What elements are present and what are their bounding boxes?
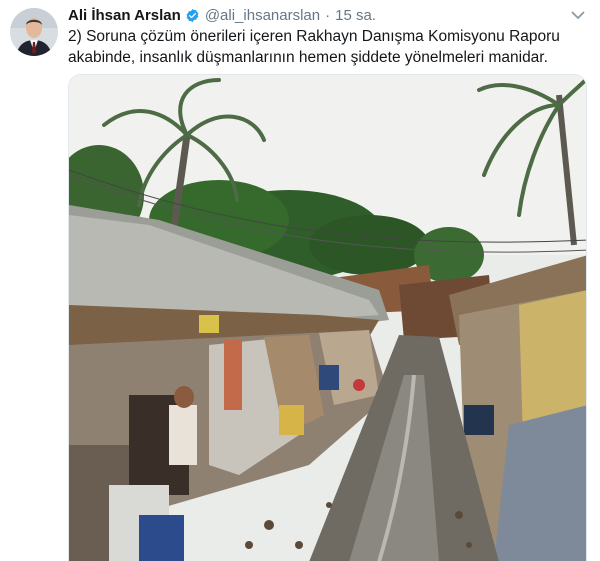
author-avatar[interactable] bbox=[10, 8, 58, 56]
author-name[interactable]: Ali İhsan Arslan bbox=[68, 7, 181, 24]
header-separator: · bbox=[325, 6, 331, 24]
tweet-timestamp[interactable]: 15 sa. bbox=[335, 7, 376, 24]
tweet-photo[interactable] bbox=[68, 74, 587, 561]
tweet-card: Ali İhsan Arslan @ali_ihsanarslan · 15 s… bbox=[0, 0, 600, 561]
camp-photo-illustration bbox=[69, 75, 586, 561]
chevron-down-icon[interactable] bbox=[568, 5, 588, 25]
author-handle[interactable]: @ali_ihsanarslan bbox=[205, 7, 320, 24]
tweet-header: Ali İhsan Arslan @ali_ihsanarslan · 15 s… bbox=[68, 6, 376, 24]
verified-badge-icon bbox=[185, 8, 200, 23]
tweet-text: 2) Soruna çözüm önerileri içeren Rakhayn… bbox=[68, 28, 560, 66]
